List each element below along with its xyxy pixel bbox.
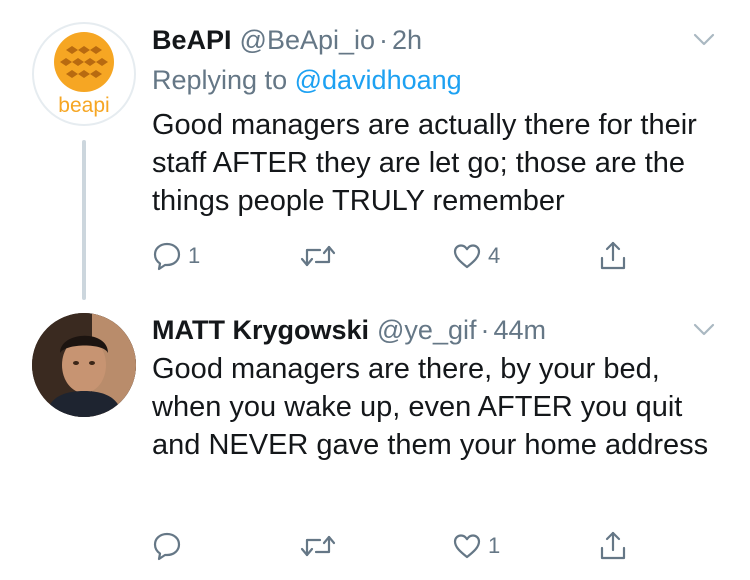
- timestamp[interactable]: 2h: [392, 22, 422, 58]
- tweet-text: Good managers are there, by your bed, wh…: [152, 353, 709, 461]
- heart-icon: [453, 534, 481, 559]
- user-handle[interactable]: @ye_gif: [377, 312, 476, 348]
- tweet-header: BeAPI @BeApi_io · 2h: [152, 22, 722, 58]
- like-button[interactable]: 4: [452, 236, 500, 276]
- tweet: BeAPI @BeApi_io · 2h Replying to @davidh…: [152, 22, 722, 271]
- user-handle[interactable]: @BeApi_io: [240, 22, 376, 58]
- tweet-header: MATT Krygowski @ye_gif · 44m: [152, 312, 722, 348]
- display-name[interactable]: BeAPI: [152, 22, 232, 58]
- beapi-avatar[interactable]: beapi: [32, 22, 136, 126]
- thread-connector-line: [82, 140, 86, 300]
- reply-button[interactable]: [152, 526, 188, 566]
- replying-to-label: Replying to: [152, 65, 288, 95]
- retweet-button[interactable]: [300, 526, 342, 566]
- tweet-actions: 1 4: [152, 236, 722, 276]
- replying-to-line: Replying to @davidhoang: [152, 62, 722, 98]
- retweet-arrows-icon: [300, 535, 336, 557]
- heart-icon: [453, 244, 481, 269]
- matt-krygowski-avatar[interactable]: [32, 313, 136, 417]
- retweet-button[interactable]: [300, 236, 342, 276]
- beapi-logo-text: beapi: [58, 94, 109, 117]
- speech-bubble-icon: [153, 532, 181, 561]
- chevron-down-icon[interactable]: [692, 30, 716, 50]
- share-upload-icon: [600, 241, 626, 270]
- retweet-arrows-icon: [300, 245, 336, 267]
- share-button[interactable]: [598, 526, 628, 566]
- share-upload-icon: [600, 531, 626, 560]
- mention-link[interactable]: @davidhoang: [295, 65, 462, 95]
- like-count: 1: [488, 533, 501, 558]
- reply-button[interactable]: 1: [152, 236, 200, 276]
- like-button[interactable]: 1: [452, 526, 500, 566]
- reply-count: 1: [188, 243, 201, 268]
- chevron-down-icon[interactable]: [692, 320, 716, 340]
- separator-dot: ·: [480, 315, 490, 345]
- tweet-thread: beapi BeAPI @BeApi_io · 2h Replying to @…: [0, 0, 750, 580]
- speech-bubble-icon: [153, 242, 181, 271]
- separator-dot: ·: [379, 25, 389, 55]
- like-count: 4: [488, 243, 501, 268]
- profile-photo-icon: [32, 313, 136, 417]
- tweet: MATT Krygowski @ye_gif · 44m Good manage…: [152, 312, 722, 561]
- beapi-logo-icon: beapi: [54, 32, 114, 117]
- share-button[interactable]: [598, 236, 628, 276]
- timestamp[interactable]: 44m: [493, 312, 546, 348]
- display-name[interactable]: MATT Krygowski: [152, 312, 369, 348]
- tweet-actions: 1: [152, 526, 722, 566]
- tweet-text: Good managers are actually there for the…: [152, 109, 697, 217]
